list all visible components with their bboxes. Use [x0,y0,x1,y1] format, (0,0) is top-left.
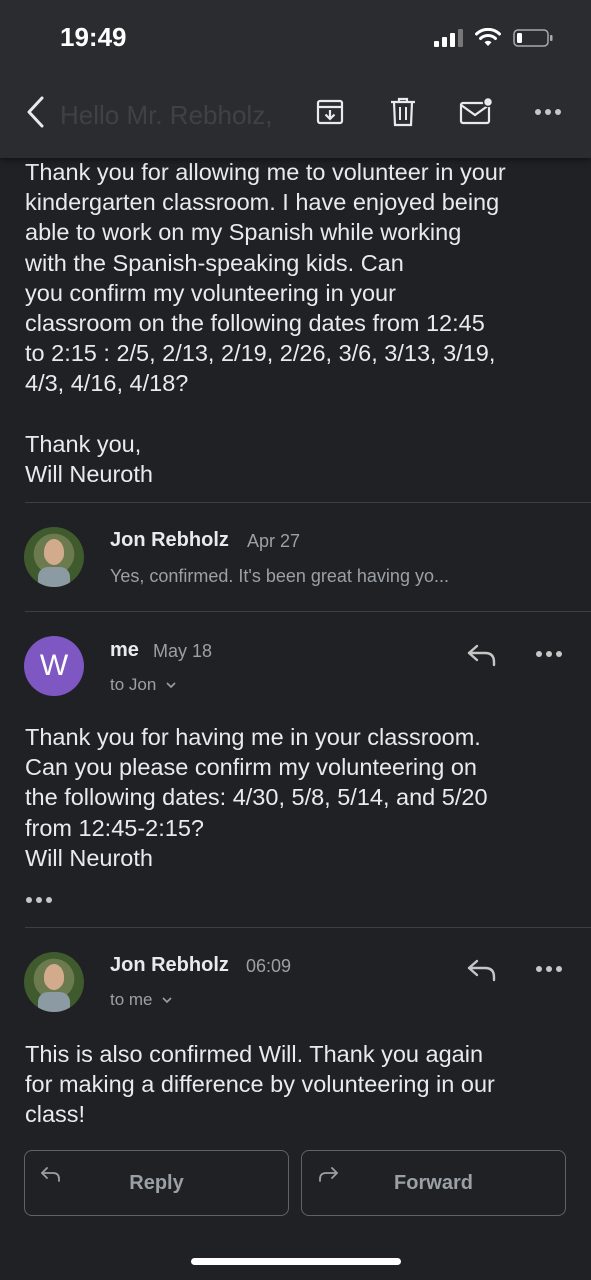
recipient-toggle[interactable]: to Jon [110,675,177,695]
message-date: Apr 27 [247,531,301,551]
archive-icon [316,99,344,125]
mark-unread-icon [459,97,493,125]
more-icon[interactable] [536,966,562,972]
sender-name: Jon Rebholz [110,529,229,551]
more-icon [535,109,561,115]
back-arrow-icon [27,96,44,128]
home-indicator[interactable] [191,1258,401,1265]
reply-icon [41,1167,60,1182]
message-body: Thank you for having me in your classroo… [25,724,488,871]
divider [25,502,591,503]
message-body: This is also confirmed Will. Thank you a… [25,1041,495,1128]
forward-icon [319,1167,338,1182]
recipient-toggle[interactable]: to me [110,990,173,1010]
chevron-down-icon [162,997,172,1004]
status-time: 19:49 [60,22,127,52]
more-options-button[interactable] [530,94,566,130]
reply-button[interactable] [462,955,502,985]
divider [25,927,591,928]
sender-name: Jon Rebholz [110,954,229,976]
recipient-label: to me [110,990,153,1009]
reply-action-button[interactable]: Reply [24,1150,289,1216]
avatar: W [24,636,84,696]
more-icon[interactable] [536,651,562,657]
reply-icon [467,959,496,982]
battery-icon [513,29,553,47]
avatar [24,527,84,587]
reply-icon [467,644,496,667]
delete-button[interactable] [385,94,421,130]
message-date: 06:09 [246,956,292,976]
message-snippet: Yes, confirmed. It's been great having y… [110,566,449,586]
ghost-subject: Hello Mr. Rebholz, [60,100,273,130]
signal-icon [434,29,463,47]
message-body: Thank you for allowing me to volunteer i… [25,159,506,488]
divider [25,611,591,612]
sender-name: me [110,639,139,661]
reply-button[interactable] [462,640,502,670]
top-bar: Hello Mr. Rebholz, 19:49 [0,0,591,158]
avatar [24,952,84,1012]
wifi-icon [475,28,501,46]
mark-unread-button[interactable] [458,94,494,130]
status-icons [433,28,553,48]
archive-button[interactable] [312,94,348,130]
trash-icon [391,97,415,127]
chevron-down-icon [166,682,176,689]
show-trimmed-content-icon[interactable] [26,897,52,903]
message-date: May 18 [153,641,213,661]
forward-action-button[interactable]: Forward [301,1150,566,1216]
forward-label: Forward [394,1171,473,1194]
back-button[interactable] [18,94,54,130]
reply-label: Reply [129,1171,184,1194]
recipient-label: to Jon [110,675,157,694]
